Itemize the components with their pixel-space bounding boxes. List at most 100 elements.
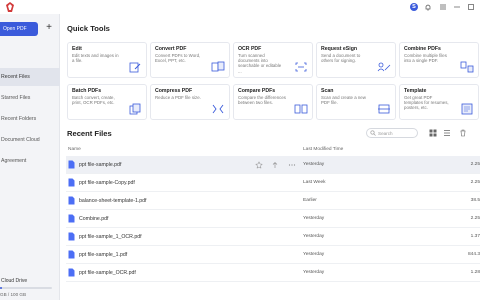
pdf-file-icon <box>68 178 75 187</box>
file-modified: Yesterday <box>303 234 325 239</box>
pdf-file-icon <box>68 214 75 223</box>
tool-name: Compare PDFs <box>238 88 276 94</box>
storage-fill <box>0 287 2 289</box>
file-size: 2.25 <box>470 162 480 167</box>
file-name: ppt file-sample.pdf <box>79 162 122 168</box>
tool-desc: Edit texts and images in a file. <box>72 53 119 64</box>
edit-icon <box>129 62 141 73</box>
storage-text: GB / 100 GB <box>0 292 27 297</box>
batch-icon <box>129 103 141 115</box>
table-row[interactable]: Combine.pdf Yesterday 2.25 <box>66 210 480 228</box>
maximize-icon[interactable] <box>466 2 476 12</box>
tool-name: Convert PDF <box>155 46 187 52</box>
scan-icon <box>378 104 390 114</box>
tool-desc: Send a document to others for signing. <box>321 53 361 64</box>
file-modified: Yesterday <box>303 270 325 275</box>
compress-icon <box>212 104 224 114</box>
file-name: ppt file-sample_OCR.pdf <box>79 270 136 276</box>
grid-view-icon[interactable] <box>429 129 437 137</box>
search-icon <box>370 130 376 136</box>
file-modified: Last Week <box>303 180 326 185</box>
tool-request-esign[interactable]: Request eSign Send a document to others … <box>316 42 396 78</box>
tool-combine-pdfs[interactable]: Combine PDFs Combine multiple files into… <box>399 42 479 78</box>
tool-desc: Get great PDF templates for resumes, pos… <box>404 95 449 111</box>
sidebar-item-agreement[interactable]: Agreement <box>0 152 60 170</box>
convert-icon <box>211 61 225 72</box>
file-name: balance-sheet-template-1.pdf <box>79 198 147 204</box>
file-size: 2.25 <box>470 216 480 221</box>
file-modified: Earlier <box>303 198 317 203</box>
user-avatar[interactable]: S <box>410 3 418 11</box>
column-header-name[interactable]: Name <box>68 147 81 152</box>
table-row[interactable]: ppt file-sample_1_OCR.pdf Yesterday 1.37 <box>66 228 480 246</box>
table-row[interactable]: ppt file-sample.pdf Yesterday 2.25 <box>66 156 480 174</box>
file-name: Combine.pdf <box>79 216 109 222</box>
menu-icon[interactable] <box>438 2 448 12</box>
cloud-drive-label[interactable]: Cloud Drive <box>1 278 27 284</box>
file-name: ppt file-sample_1.pdf <box>79 252 128 258</box>
quick-tools-title: Quick Tools <box>67 24 110 33</box>
file-modified: Yesterday <box>303 252 325 257</box>
tool-compress-pdf[interactable]: Compress PDF Reduce a PDF file size. <box>150 84 230 120</box>
file-size: 844.3 <box>467 252 480 257</box>
recent-files-title: Recent Files <box>67 129 112 138</box>
upload-icon[interactable] <box>271 161 279 169</box>
search-placeholder: Search <box>378 130 393 136</box>
sidebar: Open PDF + Recent Files Starred Files Re… <box>0 14 60 300</box>
add-icon[interactable]: + <box>44 23 54 33</box>
tool-desc: Compare the differences between two file… <box>238 95 286 106</box>
main-content: Quick Tools Edit Edit texts and images i… <box>61 14 480 300</box>
tool-convert-pdf[interactable]: Convert PDF Convert PDFs to Word, Excel,… <box>150 42 230 78</box>
tool-name: Batch PDFs <box>72 88 102 94</box>
list-view-icon[interactable] <box>443 129 451 137</box>
file-size: 38.5 <box>470 198 480 203</box>
sidebar-item-document-cloud[interactable]: Document Cloud <box>0 131 60 149</box>
trash-icon[interactable] <box>459 129 467 137</box>
pdf-file-icon <box>68 196 75 205</box>
tool-name: Scan <box>321 88 334 94</box>
tool-scan[interactable]: Scan Scan and create a new PDF file. <box>316 84 396 120</box>
tool-name: Combine PDFs <box>404 46 441 52</box>
title-bar: S <box>0 0 480 14</box>
pdf-file-icon <box>68 160 75 169</box>
tool-name: Template <box>404 88 427 94</box>
star-icon[interactable] <box>255 161 263 169</box>
table-row[interactable]: ppt file-sample_1.pdf Yesterday 844.3 <box>66 246 480 264</box>
more-icon[interactable] <box>288 161 296 169</box>
column-header-modified[interactable]: Last Modified Time <box>303 147 343 152</box>
file-name: ppt file-sample_1_OCR.pdf <box>79 234 142 240</box>
tool-desc: Reduce a PDF file size. <box>155 95 201 100</box>
file-modified: Yesterday <box>303 162 325 167</box>
table-row[interactable]: ppt file-sample-Copy.pdf Last Week 2.25 <box>66 174 480 192</box>
pdf-file-icon <box>68 250 75 259</box>
sidebar-item-recent-folders[interactable]: Recent Folders <box>0 110 60 128</box>
tool-compare-pdfs[interactable]: Compare PDFs Compare the differences bet… <box>233 84 313 120</box>
table-row[interactable]: ppt file-sample_OCR.pdf Yesterday 1.28 <box>66 264 480 282</box>
tool-desc: Combine multiple files into a single PDF… <box>404 53 447 64</box>
file-size: 2.25 <box>470 180 480 185</box>
sidebar-item-recent-files[interactable]: Recent Files <box>0 68 60 86</box>
tool-edit[interactable]: Edit Edit texts and images in a file. <box>67 42 147 78</box>
table-row[interactable]: balance-sheet-template-1.pdf Earlier 38.… <box>66 192 480 210</box>
tool-desc: Batch convert, create, print, OCR PDFs, … <box>72 95 115 106</box>
tool-batch-pdfs[interactable]: Batch PDFs Batch convert, create, print,… <box>67 84 147 120</box>
bell-icon[interactable] <box>424 3 432 11</box>
minimize-icon[interactable] <box>452 2 462 12</box>
sidebar-nav: Recent Files Starred Files Recent Folder… <box>0 68 60 173</box>
file-name: ppt file-sample-Copy.pdf <box>79 180 135 186</box>
template-icon <box>461 103 473 115</box>
compare-icon <box>294 104 308 114</box>
file-size: 1.28 <box>470 270 480 275</box>
tool-name: OCR PDF <box>238 46 262 52</box>
sidebar-item-starred-files[interactable]: Starred Files <box>0 89 60 107</box>
file-modified: Yesterday <box>303 216 325 221</box>
tool-ocr-pdf[interactable]: OCR PDF Turn scanned documents into sear… <box>233 42 313 78</box>
search-input[interactable]: Search <box>366 128 418 138</box>
app-logo-icon <box>6 2 14 12</box>
pdf-file-icon <box>68 268 75 277</box>
tool-desc: Turn scanned documents into searchable o… <box>238 53 282 74</box>
tool-template[interactable]: Template Get great PDF templates for res… <box>399 84 479 120</box>
open-pdf-button[interactable]: Open PDF <box>0 22 38 36</box>
esign-icon <box>377 62 391 72</box>
storage-bar <box>0 287 52 289</box>
